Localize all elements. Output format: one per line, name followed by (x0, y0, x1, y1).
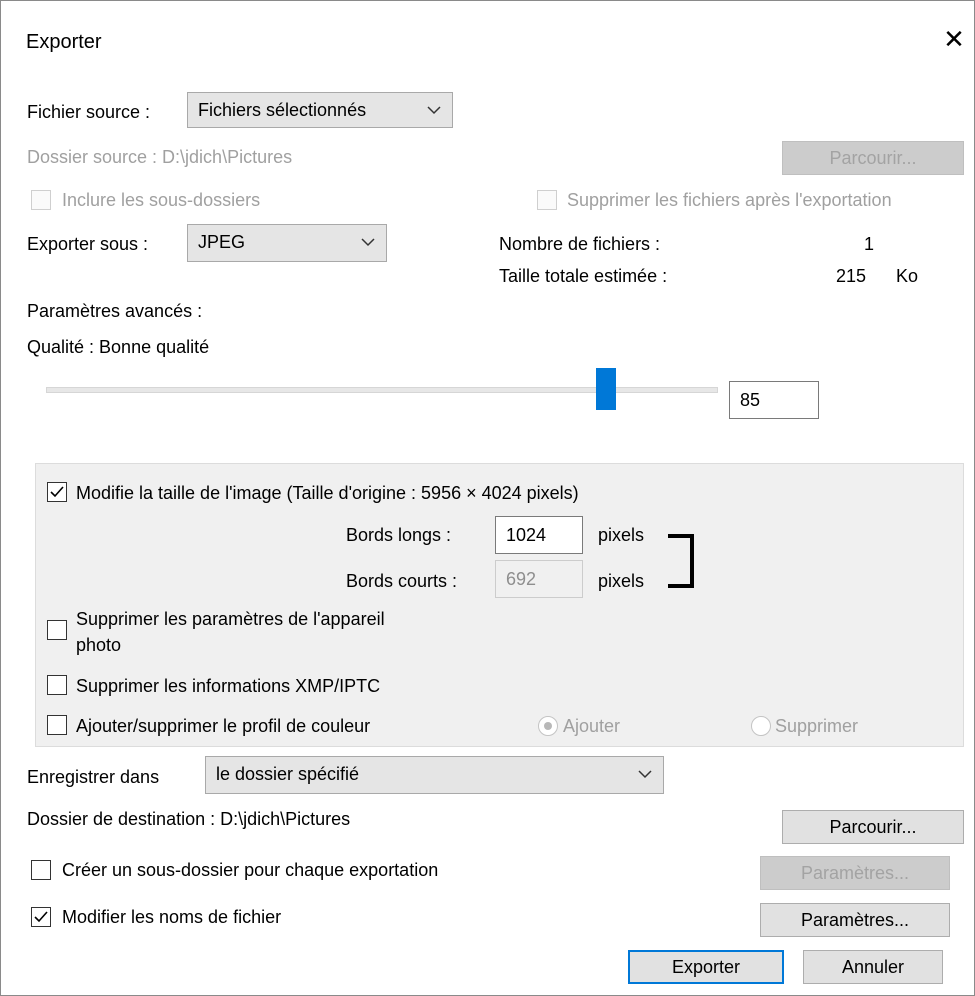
radio-dot-icon (544, 722, 552, 730)
quality-slider-track[interactable] (46, 387, 718, 393)
advanced-label: Paramètres avancés : (27, 301, 203, 321)
total-size-value: 215 (836, 266, 867, 286)
rename-files-label: Modifier les noms de fichier (62, 907, 282, 927)
checkmark-icon (34, 911, 48, 923)
source-label: Fichier source : (27, 102, 151, 122)
color-profile-checkbox[interactable] (47, 715, 67, 735)
long-edge-label: Bords longs : (346, 525, 452, 545)
delete-after-label: Supprimer les fichiers après l'exportati… (567, 190, 892, 210)
quality-label: Qualité : Bonne qualité (27, 337, 210, 357)
file-count-value: 1 (864, 234, 875, 254)
dialog-title: Exporter (26, 31, 102, 53)
long-edge-unit: pixels (598, 525, 645, 545)
remove-camera-label-line1: Supprimer les paramètres de l'appareil (76, 609, 385, 629)
remove-profile-label: Supprimer (775, 716, 859, 736)
remove-camera-checkbox[interactable] (47, 620, 67, 640)
remove-xmp-label: Supprimer les informations XMP/IPTC (76, 676, 381, 696)
remove-xmp-checkbox[interactable] (47, 675, 67, 695)
rename-settings-button[interactable]: Paramètres... (760, 903, 950, 937)
destination-browse-button[interactable]: Parcourir... (782, 810, 964, 844)
aspect-link-bracket[interactable] (668, 534, 694, 588)
remove-camera-label-line2: photo (76, 635, 122, 655)
total-size-label: Taille totale estimée : (499, 266, 668, 286)
remove-profile-radio[interactable] (751, 716, 771, 736)
include-subfolders-label: Inclure les sous-dossiers (62, 190, 261, 210)
total-size-unit: Ko (896, 266, 919, 286)
resize-checkbox[interactable] (47, 482, 67, 502)
add-profile-label: Ajouter (563, 716, 621, 736)
create-subfolder-checkbox[interactable] (31, 860, 51, 880)
source-combo[interactable]: Fichiers sélectionnés (187, 92, 453, 128)
color-profile-label: Ajouter/supprimer le profil de couleur (76, 716, 371, 736)
file-count-label: Nombre de fichiers : (499, 234, 661, 254)
checkmark-icon (50, 486, 64, 498)
source-folder-label: Dossier source : D:\jdich\Pictures (27, 147, 293, 167)
rename-files-checkbox[interactable] (31, 907, 51, 927)
short-edge-label: Bords courts : (346, 571, 458, 591)
quality-input[interactable]: 85 (729, 381, 819, 419)
resize-label: Modifie la taille de l'image (Taille d'o… (76, 483, 579, 503)
short-edge-unit: pixels (598, 571, 645, 591)
format-combo-value: JPEG (198, 232, 246, 252)
format-label: Exporter sous : (27, 234, 149, 254)
long-edge-input[interactable]: 1024 (495, 516, 583, 554)
destination-folder-label: Dossier de destination : D:\jdich\Pictur… (27, 809, 351, 829)
create-subfolder-label: Créer un sous-dossier pour chaque export… (62, 860, 439, 880)
chevron-down-icon (361, 238, 375, 247)
save-in-combo-value: le dossier spécifié (216, 764, 360, 784)
save-in-combo[interactable]: le dossier spécifié (205, 756, 664, 794)
short-edge-input[interactable]: 692 (495, 560, 583, 598)
save-in-label: Enregistrer dans (27, 767, 160, 787)
chevron-down-icon (638, 770, 652, 779)
include-subfolders-checkbox[interactable] (31, 190, 51, 210)
export-button[interactable]: Exporter (628, 950, 784, 984)
cancel-button[interactable]: Annuler (803, 950, 943, 984)
delete-after-checkbox[interactable] (537, 190, 557, 210)
close-icon[interactable]: ✕ (941, 24, 967, 54)
format-combo[interactable]: JPEG (187, 224, 387, 262)
source-combo-value: Fichiers sélectionnés (198, 100, 367, 120)
subfolder-settings-button[interactable]: Paramètres... (760, 856, 950, 890)
source-browse-button[interactable]: Parcourir... (782, 141, 964, 175)
chevron-down-icon (427, 106, 441, 115)
add-profile-radio[interactable] (538, 716, 558, 736)
quality-slider-thumb[interactable] (596, 368, 616, 410)
resize-group (35, 463, 964, 747)
